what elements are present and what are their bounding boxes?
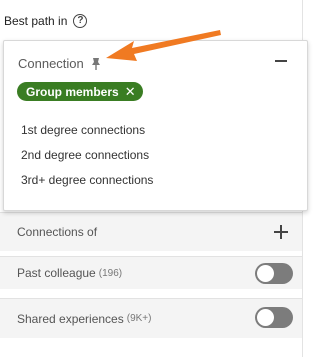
toggle-knob: [257, 265, 274, 282]
help-icon[interactable]: ?: [73, 14, 88, 28]
shared-experiences-label: Shared experiences: [17, 311, 124, 326]
connection-options-list: 1st degree connections 2nd degree connec…: [21, 122, 153, 197]
best-path-label: Best path in: [4, 14, 68, 28]
collapse-button[interactable]: [273, 53, 289, 69]
option-1st-degree[interactable]: 1st degree connections: [21, 122, 153, 147]
past-colleague-label: Past colleague: [17, 266, 96, 280]
close-icon[interactable]: ✕: [125, 85, 136, 98]
connection-filter-label: Connection: [18, 56, 84, 71]
connections-of-label: Connections of: [17, 225, 98, 239]
option-3rd-degree[interactable]: 3rd+ degree connections: [21, 172, 153, 197]
past-colleague-toggle[interactable]: [255, 263, 293, 284]
past-colleague-count: (196): [98, 267, 123, 279]
pin-icon[interactable]: [90, 57, 102, 71]
connections-of-row[interactable]: Connections of: [0, 212, 302, 251]
minus-icon: [275, 60, 287, 62]
toggle-knob: [257, 309, 274, 326]
shared-experiences-row: Shared experiences (9K+): [0, 298, 302, 338]
best-path-header: Best path in ?: [4, 11, 88, 31]
shared-experiences-toggle[interactable]: [255, 307, 293, 328]
plus-icon[interactable]: [274, 225, 288, 239]
connection-filter-title: Connection: [18, 56, 102, 71]
option-2nd-degree[interactable]: 2nd degree connections: [21, 147, 153, 172]
chip-label: Group members: [26, 84, 119, 99]
annotation-arrow: [106, 30, 221, 61]
selected-filter-chip[interactable]: Group members ✕: [17, 82, 143, 101]
past-colleague-row: Past colleague (196): [0, 256, 302, 289]
shared-experiences-count: (9K+): [126, 313, 152, 324]
